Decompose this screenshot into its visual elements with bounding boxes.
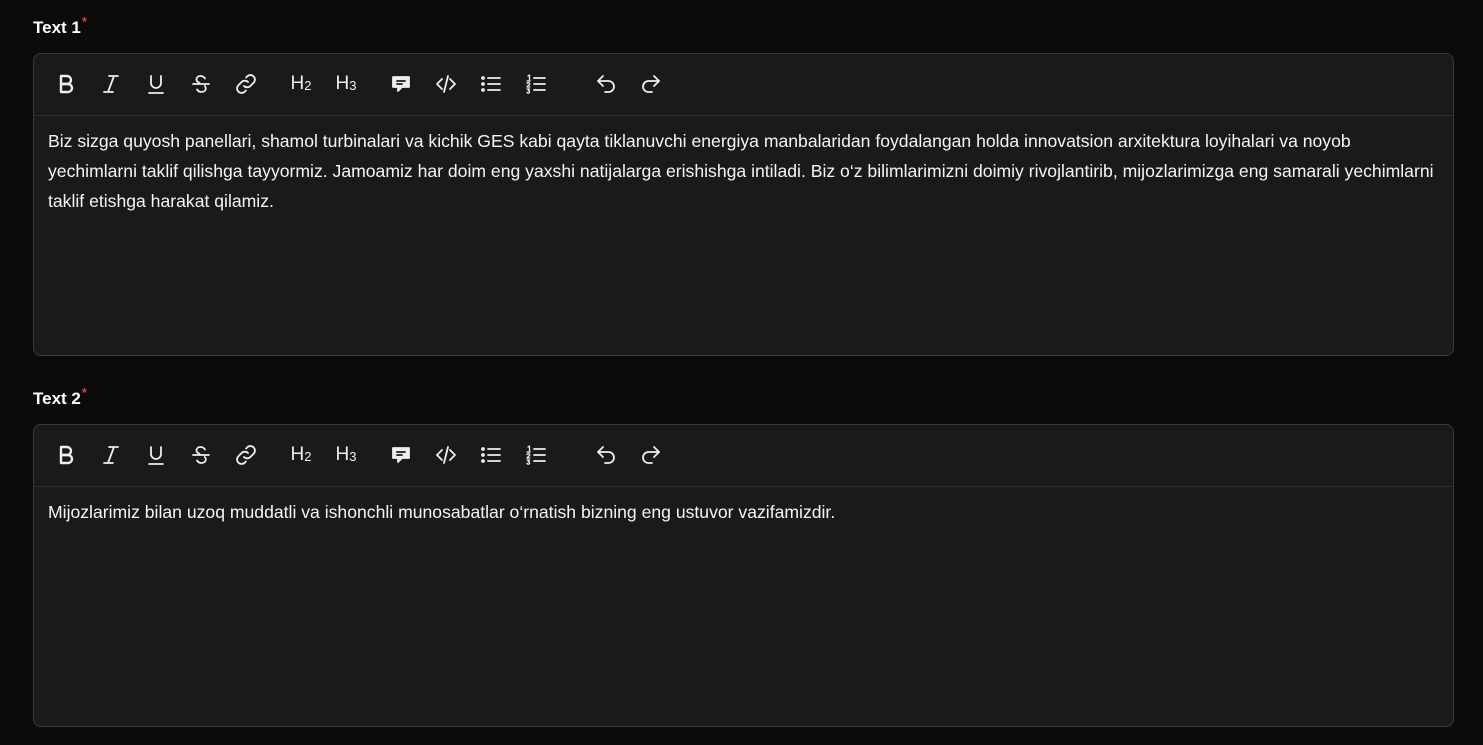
- heading-3-button[interactable]: H3: [330, 439, 362, 471]
- heading-2-icon: H2: [290, 73, 312, 94]
- bold-button[interactable]: [50, 439, 82, 471]
- strikethrough-icon: [192, 446, 210, 464]
- ordered-list-icon: [526, 445, 546, 465]
- ordered-list-button[interactable]: [520, 439, 552, 471]
- redo-button[interactable]: [635, 439, 667, 471]
- comment-icon: [392, 447, 410, 463]
- required-asterisk: *: [81, 385, 87, 400]
- italic-icon: [103, 446, 119, 464]
- heading-2-button[interactable]: H2: [285, 439, 317, 471]
- undo-button[interactable]: [590, 439, 622, 471]
- strikethrough-icon: [192, 75, 210, 93]
- underline-icon: [148, 75, 164, 94]
- comment-button[interactable]: [385, 439, 417, 471]
- comment-icon: [392, 76, 410, 92]
- field-label: Text 2*: [33, 385, 1454, 410]
- editor-content[interactable]: Mijozlarimiz bilan uzoq muddatli va isho…: [34, 487, 1453, 537]
- bold-icon: [59, 445, 74, 465]
- required-asterisk: *: [81, 14, 87, 29]
- rich-text-editor: H2 H3 Mijozlarimiz bilan uzoq muddatli v…: [33, 424, 1454, 727]
- italic-icon: [103, 75, 119, 93]
- rich-text-editor: H2 H3 Biz sizga quyosh panellari, shamol…: [33, 53, 1454, 356]
- code-icon: [436, 446, 456, 464]
- code-button[interactable]: [430, 439, 462, 471]
- bullet-list-icon: [481, 447, 501, 463]
- link-button[interactable]: [230, 68, 262, 100]
- heading-3-button[interactable]: H3: [330, 68, 362, 100]
- heading-2-icon: H2: [290, 444, 312, 465]
- redo-icon: [642, 446, 660, 464]
- heading-2-button[interactable]: H2: [285, 68, 317, 100]
- bullet-list-button[interactable]: [475, 68, 507, 100]
- underline-icon: [148, 446, 164, 465]
- redo-button[interactable]: [635, 68, 667, 100]
- field-label-text: Text 1: [33, 18, 81, 37]
- redo-icon: [642, 75, 660, 93]
- undo-icon: [597, 75, 615, 93]
- heading-3-icon: H3: [335, 73, 357, 94]
- editor-content[interactable]: Biz sizga quyosh panellari, shamol turbi…: [34, 116, 1453, 226]
- heading-3-icon: H3: [335, 444, 357, 465]
- comment-button[interactable]: [385, 68, 417, 100]
- ordered-list-button[interactable]: [520, 68, 552, 100]
- link-icon: [236, 74, 256, 94]
- italic-button[interactable]: [95, 439, 127, 471]
- italic-button[interactable]: [95, 68, 127, 100]
- field-label-text: Text 2: [33, 389, 81, 408]
- underline-button[interactable]: [140, 439, 172, 471]
- text-1-field: Text 1* H2 H3 Biz sizga quyosh panellari…: [33, 14, 1454, 356]
- bullet-list-button[interactable]: [475, 439, 507, 471]
- underline-button[interactable]: [140, 68, 172, 100]
- ordered-list-icon: [526, 74, 546, 94]
- editor-toolbar: H2 H3: [34, 54, 1453, 116]
- code-button[interactable]: [430, 68, 462, 100]
- undo-icon: [597, 446, 615, 464]
- link-button[interactable]: [230, 439, 262, 471]
- strikethrough-button[interactable]: [185, 439, 217, 471]
- editor-toolbar: H2 H3: [34, 425, 1453, 487]
- bold-button[interactable]: [50, 68, 82, 100]
- text-2-field: Text 2* H2 H3 Mijozlarimiz bilan uzoq mu…: [33, 385, 1454, 727]
- bold-icon: [59, 74, 74, 94]
- undo-button[interactable]: [590, 68, 622, 100]
- bullet-list-icon: [481, 76, 501, 92]
- link-icon: [236, 445, 256, 465]
- strikethrough-button[interactable]: [185, 68, 217, 100]
- code-icon: [436, 75, 456, 93]
- field-label: Text 1*: [33, 14, 1454, 39]
